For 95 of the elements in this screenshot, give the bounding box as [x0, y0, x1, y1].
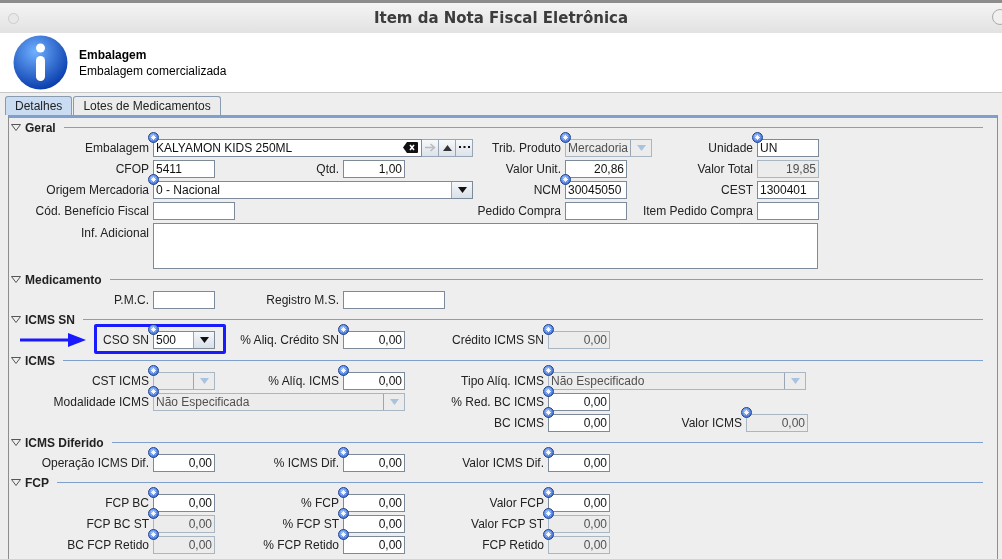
field-label: Trib. Produto — [492, 140, 562, 155]
down-triangle-icon — [389, 398, 399, 405]
input-field[interactable]: 30045050 — [565, 180, 627, 199]
field-label: % Aliq. Crédito SN — [240, 333, 340, 347]
field-label: % Red. BC ICMS — [451, 394, 545, 409]
up-triangle-icon — [442, 144, 452, 151]
field-label: % Alíq. ICMS — [268, 373, 340, 388]
input-field[interactable] — [757, 201, 819, 220]
pointer-arrow-icon — [20, 333, 86, 347]
field-label: Pedido Compra — [477, 203, 562, 218]
down-triangle-icon — [636, 144, 646, 151]
tab[interactable]: Detalhes — [5, 96, 73, 115]
input-field[interactable]: 0,00 — [343, 453, 405, 472]
right-arrow-icon — [424, 143, 436, 152]
up-button[interactable] — [439, 138, 456, 157]
section-title: ICMS — [25, 353, 55, 368]
field-label: % FCP Retido — [263, 537, 340, 552]
input-field[interactable]: 5411 — [153, 159, 215, 178]
field-label: % ICMS Dif. — [273, 455, 340, 470]
field-label: P.M.C. — [113, 292, 150, 307]
field-label: FCP BC — [105, 495, 150, 510]
textarea-field[interactable] — [153, 222, 818, 269]
field-label: CFOP — [115, 161, 150, 176]
field-label: Unidade — [708, 140, 754, 155]
field-label: NCM — [533, 182, 562, 197]
field-label: Embalagem — [84, 140, 150, 155]
field-label: Cód. Benefício Fiscal — [35, 203, 150, 218]
input-field[interactable] — [565, 201, 627, 220]
input-field[interactable]: 20,86 — [565, 159, 627, 178]
field-label: Operação ICMS Dif. — [41, 455, 150, 470]
field-label: Crédito ICMS SN — [451, 333, 545, 347]
input-field[interactable]: 0,00 — [548, 413, 610, 432]
field-label: CEST — [721, 182, 754, 197]
field-label: Modalidade ICMS — [53, 394, 150, 409]
window-title: Item da Nota Fiscal Eletrônica — [373, 9, 629, 27]
tab[interactable]: Lotes de Medicamentos — [73, 96, 221, 115]
field-label: FCP Retido — [482, 537, 545, 552]
field-label: Valor Unit. — [505, 161, 562, 176]
input-field[interactable]: 0,00 — [153, 453, 215, 472]
section-title: Geral — [25, 120, 56, 135]
field-label: FCP BC ST — [86, 516, 150, 531]
input-field[interactable]: 0,00 — [343, 371, 405, 390]
field-label: Item Pedido Compra — [642, 203, 754, 218]
input-field[interactable]: 0,00 — [343, 535, 405, 554]
dropdown[interactable]: 500 — [153, 331, 215, 349]
field-label: Tipo Alíq. ICMS — [461, 373, 545, 388]
header-subtitle: Embalagem comercializada — [79, 63, 227, 78]
input-field[interactable]: 0,00 — [343, 331, 405, 349]
section-title: Medicamento — [25, 272, 102, 287]
input-field[interactable]: UN — [757, 138, 819, 157]
clear-icon[interactable] — [403, 142, 418, 153]
expanded-triangle-icon[interactable] — [11, 124, 21, 131]
field-label: CST ICMS — [91, 373, 150, 388]
input-field[interactable]: 1300401 — [757, 180, 819, 199]
input-field[interactable]: 0,00 — [343, 493, 405, 512]
input-field[interactable] — [343, 290, 445, 309]
section-title: ICMS Diferido — [25, 435, 104, 450]
dots-icon — [458, 146, 470, 149]
field-label: Valor ICMS Dif. — [462, 455, 545, 470]
expanded-triangle-icon[interactable] — [11, 357, 21, 364]
input-field[interactable] — [153, 201, 235, 220]
field-label: Valor ICMS — [681, 415, 743, 430]
input-field[interactable]: 0,00 — [548, 453, 610, 472]
input-field[interactable]: 0,00 — [343, 514, 405, 533]
section-title: FCP — [25, 475, 49, 490]
lookup-field[interactable]: KALYAMON KIDS 250ML — [153, 138, 422, 157]
more-button[interactable] — [456, 138, 473, 157]
down-triangle-icon — [790, 377, 800, 384]
down-triangle-icon — [199, 377, 209, 384]
field-label: BC ICMS — [494, 415, 545, 430]
expanded-triangle-icon[interactable] — [11, 316, 21, 323]
field-label: Origem Mercadoria — [46, 182, 150, 197]
dropdown[interactable]: 0 - Nacional — [153, 180, 473, 199]
field-label: Inf. Adicional — [80, 225, 150, 240]
field-label: % FCP ST — [282, 516, 340, 531]
expanded-triangle-icon[interactable] — [11, 479, 21, 486]
header-title: Embalagem — [79, 47, 148, 62]
field-label: BC FCP Retido — [67, 537, 150, 552]
field-label: Qtd. — [316, 161, 340, 176]
input-field[interactable]: 0,00 — [548, 493, 610, 512]
field-label: Registro M.S. — [266, 292, 340, 307]
down-triangle-icon — [199, 337, 209, 343]
expanded-triangle-icon[interactable] — [11, 276, 21, 283]
input-field[interactable]: 1,00 — [343, 159, 405, 178]
field-label: CSO SN — [103, 333, 150, 347]
down-triangle-icon — [457, 186, 467, 193]
expanded-triangle-icon[interactable] — [11, 439, 21, 446]
input-field[interactable]: 0,00 — [548, 392, 610, 411]
input-field[interactable]: 0,00 — [153, 493, 215, 512]
field-label: Valor Total — [697, 161, 754, 176]
field-label: Valor FCP — [489, 495, 545, 510]
field-label: % FCP — [301, 495, 340, 510]
field-label: Valor FCP ST — [471, 516, 545, 531]
input-field[interactable] — [153, 290, 215, 309]
section-title: ICMS SN — [25, 312, 75, 327]
